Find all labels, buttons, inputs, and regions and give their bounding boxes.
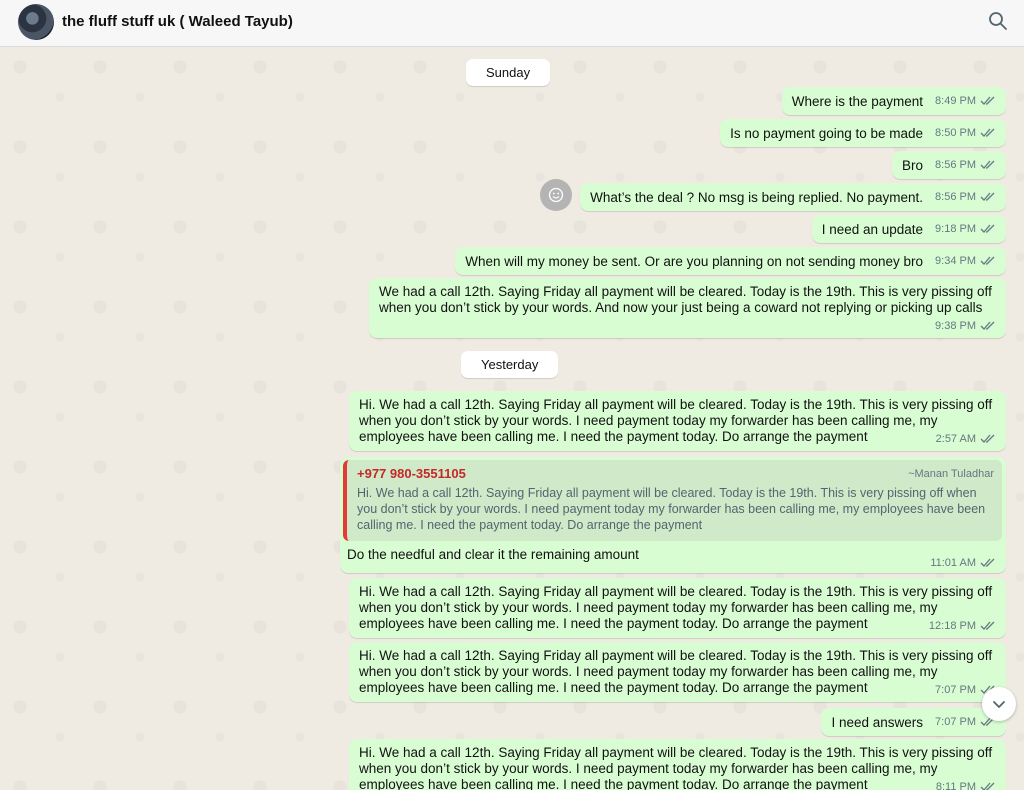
message-meta: 7:07 PM [935, 716, 996, 728]
message-time: 9:34 PM [935, 255, 976, 267]
search-icon[interactable] [988, 11, 1008, 31]
message-meta: 9:38 PM [935, 318, 996, 334]
message-meta: 8:49 PM [935, 95, 996, 107]
message-text: Hi. We had a call 12th. Saying Friday al… [359, 745, 993, 790]
message-time: 8:50 PM [935, 127, 976, 139]
message-text: When will my money be sent. Or are you p… [465, 253, 924, 269]
message-text: We had a call 12th. Saying Friday all pa… [379, 284, 992, 315]
message-text: Hi. We had a call 12th. Saying Friday al… [359, 397, 993, 444]
quote-text: Hi. We had a call 12th. Saying Friday al… [357, 486, 986, 532]
message-time: 11:01 AM [930, 557, 976, 569]
double-check-icon [980, 192, 995, 201]
reply-message-bubble[interactable]: +977 980-3551105 ~Manan Tuladhar Hi. We … [340, 457, 1006, 573]
message-meta: 8:11 PM [936, 779, 996, 790]
scroll-to-bottom-button[interactable] [982, 687, 1016, 721]
message-text: Do the needful and clear it the remainin… [347, 547, 639, 562]
message-bubble[interactable]: I need an update 9:18 PM [811, 215, 1006, 243]
message-time: 12:18 PM [928, 620, 976, 632]
message-time: 9:18 PM [935, 223, 976, 235]
message-meta: 8:56 PM [935, 159, 996, 171]
message-bubble[interactable]: Bro 8:56 PM [892, 151, 1006, 179]
message-time: 7:07 PM [935, 716, 976, 728]
message-time: 7:07 PM [935, 684, 976, 696]
message-bubble[interactable]: When will my money be sent. Or are you p… [455, 247, 1006, 275]
double-check-icon [980, 256, 995, 265]
message-bubble[interactable]: Hi. We had a call 12th. Saying Friday al… [349, 642, 1006, 702]
double-check-icon [980, 321, 995, 330]
date-divider: Sunday [466, 59, 551, 86]
double-check-icon [980, 621, 995, 630]
message-list[interactable]: Sunday Where is the payment 8:49 PM Is n… [0, 47, 1024, 790]
message-text: Is no payment going to be made [730, 125, 924, 141]
double-check-icon [980, 782, 995, 790]
message-bubble[interactable]: Is no payment going to be made 8:50 PM [720, 119, 1006, 147]
chat-header: the fluff stuff uk ( Waleed Tayub) [0, 0, 1024, 47]
message-text: Hi. We had a call 12th. Saying Friday al… [359, 584, 993, 631]
message-meta: 8:56 PM [935, 191, 996, 203]
message-text: Hi. We had a call 12th. Saying Friday al… [359, 648, 993, 695]
message-time: 8:56 PM [935, 191, 976, 203]
message-meta: 9:34 PM [935, 255, 996, 267]
message-meta: 9:18 PM [935, 223, 996, 235]
message-time: 2:57 AM [935, 433, 976, 445]
quote-sender-phone: +977 980-3551105 [357, 466, 466, 481]
double-check-icon [980, 96, 995, 105]
message-bubble[interactable]: Hi. We had a call 12th. Saying Friday al… [349, 391, 1006, 451]
emoji-icon[interactable] [540, 179, 572, 211]
message-meta: 11:01 AM [930, 557, 996, 569]
message-text: I need an update [821, 221, 924, 237]
message-bubble[interactable]: Hi. We had a call 12th. Saying Friday al… [349, 578, 1006, 638]
message-meta: 2:57 AM [936, 431, 996, 447]
message-time: 8:11 PM [935, 781, 976, 790]
message-bubble[interactable]: Where is the payment 8:49 PM [781, 87, 1006, 115]
message-time: 9:38 PM [935, 320, 976, 332]
message-bubble[interactable]: Hi. We had a call 12th. Saying Friday al… [349, 739, 1006, 790]
message-text: I need answers [831, 714, 924, 730]
message-time: 8:49 PM [935, 95, 976, 107]
quote-sender-name: ~Manan Tuladhar [908, 468, 994, 480]
quoted-message[interactable]: +977 980-3551105 ~Manan Tuladhar Hi. We … [343, 460, 1002, 541]
date-divider: Yesterday [461, 351, 559, 378]
message-bubble[interactable]: We had a call 12th. Saying Friday all pa… [369, 278, 1006, 338]
double-check-icon [980, 558, 995, 567]
message-text: Where is the payment [791, 93, 924, 109]
message-meta: 12:18 PM [929, 618, 996, 634]
message-text: Bro [902, 157, 924, 173]
double-check-icon [980, 224, 995, 233]
chevron-down-icon [993, 701, 1005, 708]
double-check-icon [980, 434, 995, 443]
double-check-icon [980, 128, 995, 137]
message-bubble[interactable]: What’s the deal ? No msg is being replie… [580, 183, 1006, 211]
message-time: 8:56 PM [935, 159, 976, 171]
message-bubble[interactable]: I need answers 7:07 PM [821, 708, 1006, 736]
message-text: What’s the deal ? No msg is being replie… [590, 189, 924, 205]
chat-title[interactable]: the fluff stuff uk ( Waleed Tayub) [62, 13, 293, 30]
avatar[interactable] [18, 4, 54, 40]
message-meta: 8:50 PM [935, 127, 996, 139]
double-check-icon [980, 160, 995, 169]
